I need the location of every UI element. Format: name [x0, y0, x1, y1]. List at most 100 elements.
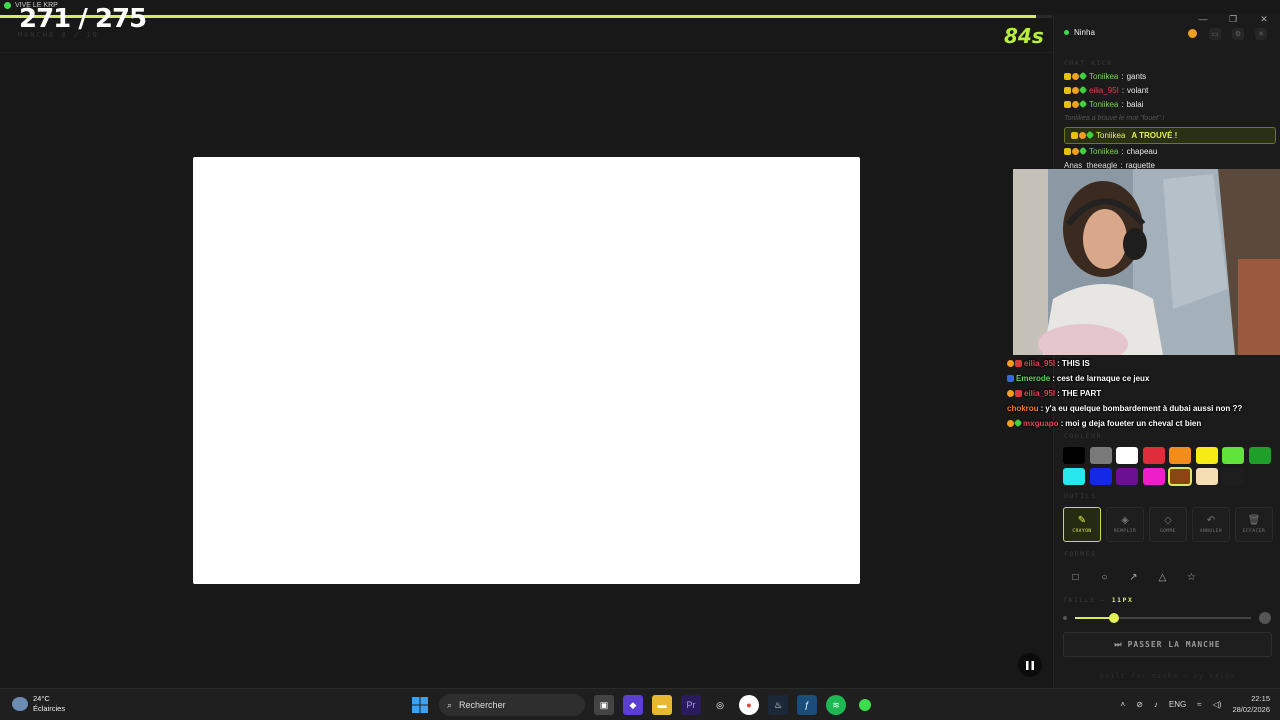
fill-icon: ◈ — [1121, 515, 1129, 526]
taskbar-search[interactable]: ⌕ Rechercher — [439, 694, 585, 716]
coin-icon[interactable] — [1188, 29, 1197, 38]
store-icon[interactable]: ◆ — [623, 695, 643, 715]
app-status-icon — [4, 2, 11, 9]
size-label-text: TAILLE — — [1063, 596, 1107, 604]
pause-icon — [1026, 660, 1034, 670]
steam-icon[interactable]: ♨ — [768, 695, 788, 715]
folder-icon[interactable]: ▬ — [652, 695, 672, 715]
tool-label: GOMME — [1159, 529, 1177, 534]
color-swatch[interactable] — [1063, 447, 1085, 464]
task-view-icon[interactable]: ▣ — [594, 695, 614, 715]
shape-star-button[interactable]: ☆ — [1179, 565, 1204, 589]
blue-badge-icon — [1007, 375, 1014, 382]
crown-badge-icon — [1064, 86, 1071, 94]
drawing-canvas[interactable] — [193, 157, 860, 584]
one-badge-icon — [1072, 86, 1079, 94]
weather-widget[interactable]: 24°C Éclaircies — [12, 694, 65, 714]
color-swatch[interactable] — [1222, 468, 1244, 485]
chat-text: A TROUVÉ ! — [1131, 131, 1178, 140]
obs-icon[interactable]: ◎ — [710, 695, 730, 715]
maximize-icon[interactable]: ❐ — [1227, 14, 1239, 25]
shape-arrow-button[interactable]: ↗ — [1121, 565, 1146, 589]
chrome-icon[interactable]: ● — [739, 695, 759, 715]
chat-separator: : — [1121, 99, 1124, 109]
round-timer: 84s — [1004, 24, 1044, 48]
collapse-icon[interactable]: ✕ — [1255, 28, 1267, 40]
volume-icon[interactable]: ◁) — [1213, 700, 1222, 709]
color-swatch[interactable] — [1168, 467, 1192, 486]
chat-separator: : — [1121, 71, 1124, 81]
crown-badge-icon — [1071, 132, 1078, 139]
premiere-icon[interactable]: Pr — [681, 695, 701, 715]
overlay-text: moi g deja foueter un cheval ct bien — [1065, 419, 1202, 428]
tool-remplir-button[interactable]: ◈ REMPLIR — [1106, 507, 1144, 542]
tool-label: CRAYON — [1072, 529, 1092, 534]
color-swatch[interactable] — [1169, 447, 1191, 464]
pencil-icon: ✎ — [1077, 515, 1087, 526]
close-icon[interactable]: ✕ — [1258, 14, 1270, 25]
chat-message: eilia_95I: volant — [1064, 83, 1276, 97]
language-indicator[interactable]: ENG — [1169, 700, 1186, 709]
microphone-icon[interactable]: ♪ — [1154, 700, 1158, 709]
color-swatch[interactable] — [1142, 468, 1165, 485]
overlay-text: cest de larnaque ce jeux — [1056, 374, 1150, 383]
weather-temp: 24°C — [33, 694, 50, 703]
streamer-status: Ninha — [1064, 28, 1095, 37]
shape-triangle-button[interactable]: △ — [1150, 565, 1175, 589]
one-badge-icon — [1072, 100, 1079, 108]
overlay-username: Emerode — [1016, 374, 1051, 383]
color-swatch[interactable] — [1222, 447, 1244, 464]
overlay-text: THE PART — [1061, 389, 1102, 398]
taskbar-apps: ⌕ Rechercher ▣ ◆ ▬ Pr ◎ ● ♨ ƒ ≋ — [410, 694, 875, 716]
tool-bar: ✎ CRAYON ◈ REMPLIR ◇ GOMME ↶ ANNULER 🗑 EFFACER — [1063, 507, 1273, 542]
tool-effacer-button[interactable]: 🗑 EFFACER — [1235, 507, 1273, 542]
slider-fill — [1075, 617, 1114, 619]
slider-thumb[interactable] — [1108, 613, 1119, 623]
color-swatch[interactable] — [1195, 447, 1218, 464]
skip-icon: ⏭ — [1114, 639, 1123, 649]
color-swatch[interactable] — [1142, 447, 1165, 464]
shape-bar: □ ○ ↗ △ ☆ — [1063, 565, 1204, 589]
wifi-icon[interactable]: ≈ — [1197, 700, 1201, 709]
color-swatch[interactable] — [1116, 447, 1138, 464]
one-badge-icon — [1007, 420, 1014, 427]
red-badge-icon — [1015, 360, 1022, 367]
color-swatch[interactable] — [1248, 447, 1271, 464]
shape-ellipse-button[interactable]: ○ — [1092, 565, 1117, 589]
color-swatch[interactable] — [1195, 468, 1218, 485]
red-badge-icon — [1015, 390, 1022, 397]
stream-chat-overlay: eilia_95I: THIS IS Emerode: cest de larnaqu… — [1007, 356, 1280, 431]
chat-username: eilia_95I — [1089, 85, 1119, 95]
spotify-icon[interactable]: ≋ — [826, 695, 846, 715]
pause-button[interactable] — [1018, 653, 1042, 677]
gear-icon[interactable]: ⚙ — [1232, 28, 1244, 40]
search-icon: ⌕ — [447, 699, 453, 710]
clock[interactable]: 22:15 28/02/2026 — [1232, 693, 1270, 715]
badges — [1064, 71, 1088, 80]
chevron-up-icon[interactable]: ˄ — [1121, 700, 1126, 709]
eraser-icon: ◇ — [1164, 515, 1172, 526]
tool-gomme-button[interactable]: ◇ GOMME — [1149, 507, 1187, 542]
green-badge-icon — [1078, 85, 1088, 94]
minimize-icon[interactable]: — — [1197, 14, 1209, 24]
notifications-off-icon[interactable]: ⊘ — [1136, 700, 1143, 709]
brush-size-slider[interactable] — [1063, 612, 1273, 624]
chat-separator: : — [1121, 146, 1124, 156]
color-swatch[interactable] — [1089, 468, 1112, 485]
search-placeholder: Rechercher — [459, 700, 506, 710]
color-swatch[interactable] — [1089, 447, 1112, 464]
shape-rectangle-button[interactable]: □ — [1063, 565, 1088, 589]
badges — [1064, 99, 1088, 108]
overlay-text: THIS IS — [1061, 359, 1090, 368]
green-badge-icon — [1078, 99, 1088, 108]
tool-crayon-button[interactable]: ✎ CRAYON — [1063, 507, 1101, 542]
skip-round-button[interactable]: ⏭ PASSER LA MANCHE — [1063, 632, 1272, 657]
one-badge-icon — [1072, 72, 1079, 80]
window-icon[interactable]: ▭ — [1209, 28, 1221, 40]
app-icon[interactable]: ƒ — [797, 695, 817, 715]
tool-annuler-button[interactable]: ↶ ANNULER — [1192, 507, 1230, 542]
game-app-icon[interactable] — [855, 695, 875, 715]
color-swatch[interactable] — [1063, 468, 1085, 485]
color-swatch[interactable] — [1116, 468, 1138, 485]
windows-start-icon[interactable] — [410, 695, 430, 715]
